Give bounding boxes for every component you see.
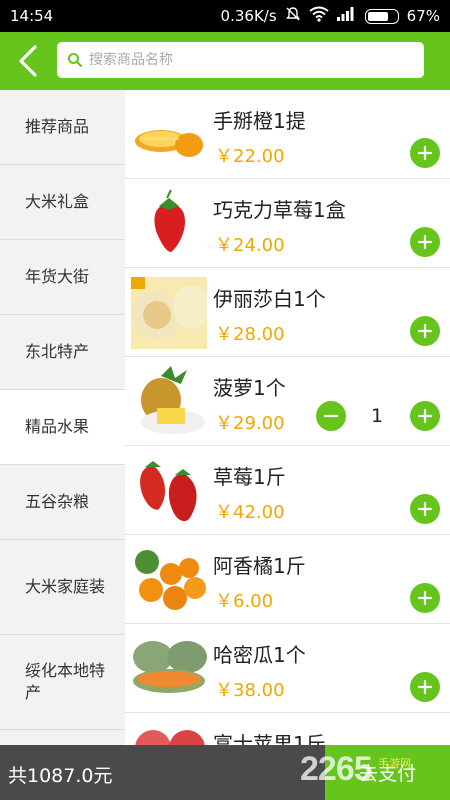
category-label: 推荐商品 bbox=[25, 117, 90, 136]
battery-percent: 67% bbox=[406, 7, 440, 25]
category-rice-family-pack[interactable]: 大米家庭装 bbox=[0, 540, 125, 635]
category-label: 大米家庭装 bbox=[25, 577, 106, 596]
category-rice-gift-box[interactable]: 大米礼盒 bbox=[0, 165, 125, 240]
status-bar: 14:54 0.36K/s 67% bbox=[0, 0, 450, 32]
product-image-hami-melon bbox=[131, 633, 207, 705]
product-item[interactable]: 伊丽莎白1个 ￥28.00 bbox=[125, 268, 450, 357]
product-price: ￥29.00 bbox=[215, 413, 285, 434]
watermark-site: 手游网 bbox=[378, 757, 411, 770]
product-image-strawberries bbox=[131, 455, 207, 527]
add-to-cart-button[interactable] bbox=[410, 583, 440, 613]
product-price: ￥42.00 bbox=[215, 502, 285, 523]
product-image-pineapple bbox=[131, 366, 207, 438]
product-name: 巧克力草莓1盒 bbox=[213, 198, 346, 222]
cart-total: 共1087.0元 bbox=[8, 765, 113, 787]
signal-icon bbox=[336, 7, 357, 25]
product-name: 手掰橙1提 bbox=[213, 109, 306, 133]
wifi-icon bbox=[309, 6, 329, 26]
category-label: 五谷杂粮 bbox=[25, 492, 90, 511]
plus-icon bbox=[417, 234, 433, 250]
category-suihua-local[interactable]: 绥化本地特产 bbox=[0, 635, 125, 730]
product-price: ￥38.00 bbox=[215, 680, 285, 701]
category-new-year-goods[interactable]: 年货大街 bbox=[0, 240, 125, 315]
add-to-cart-button[interactable] bbox=[410, 401, 440, 431]
product-image-apples bbox=[131, 722, 207, 745]
product-item[interactable]: 富士苹果1斤 bbox=[125, 713, 450, 745]
product-name: 富士苹果1斤 bbox=[213, 732, 326, 745]
add-to-cart-button[interactable] bbox=[410, 672, 440, 702]
decrease-quantity-button[interactable] bbox=[316, 401, 346, 431]
product-price: ￥24.00 bbox=[215, 235, 285, 256]
add-to-cart-button[interactable] bbox=[410, 494, 440, 524]
category-label: 绥化本地特产 bbox=[25, 661, 106, 702]
plus-icon bbox=[417, 501, 433, 517]
cart-bar: 共1087.0元 去支付 bbox=[0, 745, 450, 800]
plus-icon bbox=[417, 590, 433, 606]
product-item[interactable]: 巧克力草莓1盒 ￥24.00 bbox=[125, 179, 450, 268]
category-recommended[interactable]: 推荐商品 bbox=[0, 90, 125, 165]
back-arrow-icon bbox=[19, 45, 37, 77]
product-name: 菠萝1个 bbox=[213, 376, 286, 400]
category-label: 精品水果 bbox=[25, 417, 90, 436]
battery-icon bbox=[364, 8, 399, 24]
product-price: ￥6.00 bbox=[215, 591, 274, 612]
product-price: ￥22.00 bbox=[215, 146, 285, 167]
category-more[interactable] bbox=[0, 730, 125, 745]
product-name: 阿香橘1斤 bbox=[213, 554, 306, 578]
watermark-logo: 2265 bbox=[300, 750, 373, 788]
product-image-melon bbox=[131, 277, 207, 349]
product-name: 草莓1斤 bbox=[213, 465, 286, 489]
category-grains[interactable]: 五谷杂粮 bbox=[0, 465, 125, 540]
category-premium-fruit[interactable]: 精品水果 bbox=[0, 390, 125, 465]
product-item[interactable]: 哈密瓜1个 ￥38.00 bbox=[125, 624, 450, 713]
product-image-orange bbox=[131, 99, 207, 171]
product-item[interactable]: 菠萝1个 ￥29.00 1 bbox=[125, 357, 450, 446]
plus-icon bbox=[417, 408, 433, 424]
top-header bbox=[0, 32, 450, 90]
plus-icon bbox=[417, 145, 433, 161]
back-button[interactable] bbox=[0, 32, 56, 90]
add-to-cart-button[interactable] bbox=[410, 316, 440, 346]
product-name: 哈密瓜1个 bbox=[213, 643, 306, 667]
category-label: 年货大街 bbox=[25, 267, 90, 286]
search-icon bbox=[68, 53, 83, 68]
product-item[interactable]: 草莓1斤 ￥42.00 bbox=[125, 446, 450, 535]
plus-icon bbox=[417, 679, 433, 695]
quantity-value: 1 bbox=[370, 405, 384, 427]
product-price: ￥28.00 bbox=[215, 324, 285, 345]
category-sidebar: 推荐商品 大米礼盒 年货大街 东北特产 精品水果 五谷杂粮 大米家庭装 绥化本地… bbox=[0, 90, 125, 745]
status-time: 14:54 bbox=[10, 7, 54, 25]
category-label: 大米礼盒 bbox=[25, 192, 90, 211]
add-to-cart-button[interactable] bbox=[410, 227, 440, 257]
search-input[interactable] bbox=[89, 52, 389, 68]
product-image-strawberry bbox=[131, 188, 207, 260]
product-list: 手掰橙1提 ￥22.00 巧克力草莓1盒 ￥24.00 伊丽莎白1个 ￥28.0… bbox=[125, 90, 450, 745]
network-speed: 0.36K/s bbox=[220, 7, 277, 25]
status-right: 0.36K/s 67% bbox=[221, 6, 440, 26]
search-box[interactable] bbox=[57, 42, 424, 78]
product-item[interactable]: 手掰橙1提 ￥22.00 bbox=[125, 90, 450, 179]
plus-icon bbox=[417, 323, 433, 339]
mute-bell-icon bbox=[285, 6, 301, 26]
product-name: 伊丽莎白1个 bbox=[213, 287, 326, 311]
minus-icon bbox=[323, 414, 339, 418]
category-northeast-specialties[interactable]: 东北特产 bbox=[0, 315, 125, 390]
add-to-cart-button[interactable] bbox=[410, 138, 440, 168]
product-item[interactable]: 阿香橘1斤 ￥6.00 bbox=[125, 535, 450, 624]
category-label: 东北特产 bbox=[25, 342, 90, 361]
product-image-tangerines bbox=[131, 544, 207, 616]
